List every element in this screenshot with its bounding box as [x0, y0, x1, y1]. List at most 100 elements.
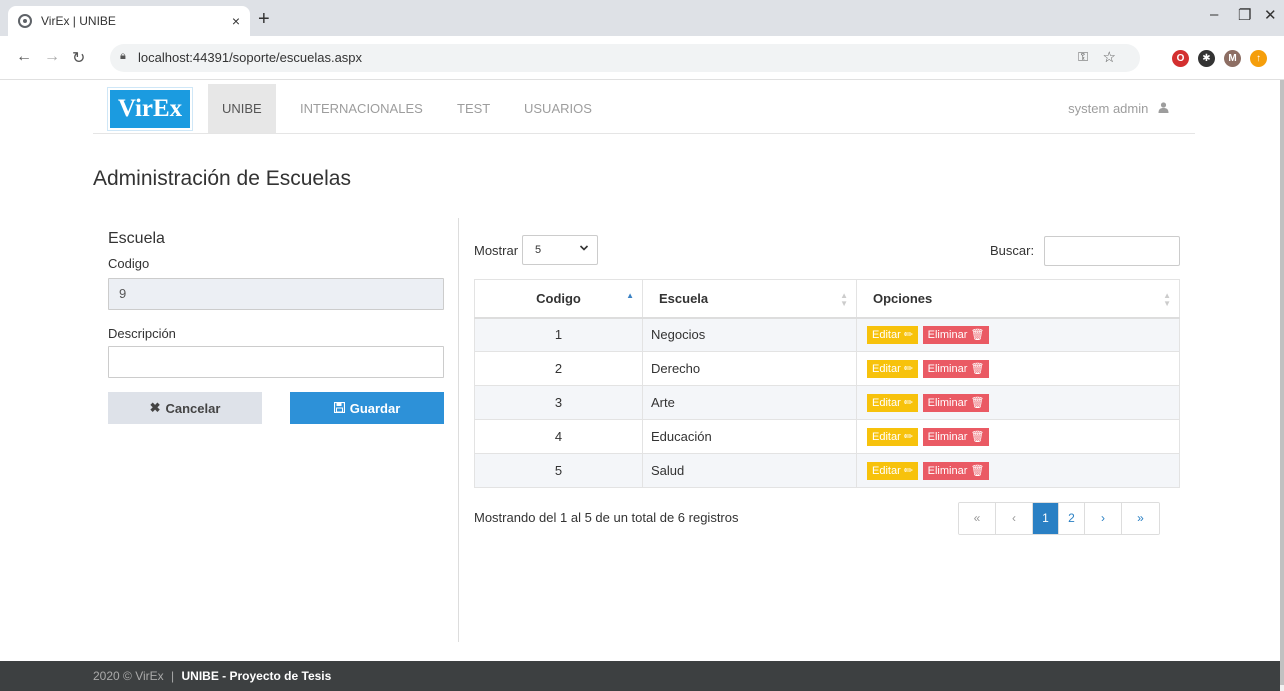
pencil-icon: ✏︎: [903, 430, 914, 443]
trash-icon: 🗑︎: [970, 362, 985, 375]
tab-title: VirEx | UNIBE: [41, 14, 116, 28]
delete-button[interactable]: Eliminar 🗑︎: [922, 427, 990, 446]
trash-icon: 🗑︎: [970, 464, 985, 477]
table-row: 5 Salud Editar ✏︎ Eliminar 🗑︎: [474, 453, 1180, 488]
edit-button[interactable]: Editar ✏︎: [867, 359, 919, 378]
column-header-codigo[interactable]: Codigo ▲: [474, 279, 643, 319]
pagination-next[interactable]: ›: [1085, 503, 1122, 534]
cancel-button[interactable]: ✖ Cancelar: [108, 392, 262, 424]
footer-text: 2020 © VirEx | UNIBE - Proyecto de Tesis: [93, 669, 331, 683]
column-header-label: Opciones: [873, 290, 933, 306]
pagination-prev[interactable]: ‹: [996, 503, 1033, 534]
edit-button[interactable]: Editar ✏︎: [867, 427, 919, 446]
escuela-cell: Derecho: [642, 351, 857, 386]
edit-button[interactable]: Editar ✏︎: [867, 325, 919, 344]
delete-label: Eliminar: [927, 430, 968, 443]
window-close-button[interactable]: ✕: [1264, 6, 1277, 24]
footer-project: UNIBE - Proyecto de Tesis: [181, 669, 332, 683]
sort-icon: ▲ ▼: [1163, 291, 1171, 308]
trash-icon: 🗑︎: [970, 328, 985, 341]
edit-button[interactable]: Editar ✏︎: [867, 393, 919, 412]
globe-icon: [18, 14, 32, 28]
escuela-cell: Salud: [642, 453, 857, 488]
sort-icon: ▲ ▼: [840, 291, 848, 308]
options-cell: Editar ✏︎ Eliminar 🗑︎: [856, 317, 1180, 352]
pagination-page-1[interactable]: 1: [1033, 503, 1059, 534]
minimize-button[interactable]: –: [1210, 6, 1218, 23]
search-label: Buscar:: [990, 243, 1035, 258]
browser-tab[interactable]: VirEx | UNIBE ×: [8, 6, 250, 36]
save-button-label: Guardar: [349, 400, 401, 416]
profile-avatar-icon[interactable]: M: [1224, 50, 1241, 67]
close-icon: ✖: [149, 400, 161, 415]
pagination-first[interactable]: «: [959, 503, 996, 534]
omnibox[interactable]: 🔒︎ localhost:44391/soporte/escuelas.aspx…: [110, 44, 1140, 72]
edit-label: Editar: [872, 362, 901, 375]
nav-link-usuarios[interactable]: USUARIOS: [510, 84, 606, 133]
new-tab-button[interactable]: +: [258, 9, 270, 29]
scrollbar-thumb[interactable]: [1280, 80, 1284, 685]
back-arrow-icon[interactable]: ←: [16, 48, 32, 66]
column-header-opciones[interactable]: Opciones ▲ ▼: [856, 279, 1180, 319]
codigo-cell: 4: [474, 419, 643, 454]
vertical-divider: [458, 218, 459, 642]
page-scrollbar[interactable]: [1280, 80, 1284, 691]
browser-tab-strip: VirEx | UNIBE × + – ❐ ✕: [0, 0, 1284, 36]
edit-label: Editar: [872, 464, 901, 477]
edit-label: Editar: [872, 396, 901, 409]
codigo-cell: 2: [474, 351, 643, 386]
reload-icon[interactable]: ↻: [72, 48, 85, 68]
user-icon: [1158, 84, 1169, 133]
table-row: 2 Derecho Editar ✏︎ Eliminar 🗑︎: [474, 351, 1180, 386]
delete-button[interactable]: Eliminar 🗑︎: [922, 393, 990, 412]
sort-asc-icon: ▲: [626, 291, 634, 300]
delete-button[interactable]: Eliminar 🗑︎: [922, 461, 990, 480]
pencil-icon: ✏︎: [903, 396, 914, 409]
delete-label: Eliminar: [927, 396, 968, 409]
key-icon[interactable]: ⚿: [1078, 49, 1088, 65]
save-button[interactable]: Guardar: [290, 392, 444, 424]
nav-link-internacionales[interactable]: INTERNACIONALES: [286, 84, 437, 133]
table-row: 4 Educación Editar ✏︎ Eliminar 🗑︎: [474, 419, 1180, 454]
table-info: Mostrando del 1 al 5 de un total de 6 re…: [474, 510, 739, 525]
descripcion-label: Descripción: [108, 326, 176, 341]
delete-button[interactable]: Eliminar 🗑︎: [922, 359, 990, 378]
forward-arrow-icon[interactable]: →: [44, 48, 60, 66]
nav-link-unibe[interactable]: UNIBE: [208, 84, 276, 133]
update-icon[interactable]: ↑: [1250, 50, 1267, 67]
codigo-cell: 5: [474, 453, 643, 488]
edit-button[interactable]: Editar ✏︎: [867, 461, 919, 480]
delete-button[interactable]: Eliminar 🗑︎: [922, 325, 990, 344]
page-length-value: 5: [535, 244, 542, 256]
delete-label: Eliminar: [927, 328, 968, 341]
pencil-icon: ✏︎: [903, 464, 914, 477]
search-input[interactable]: [1044, 236, 1180, 266]
pagination-page-2[interactable]: 2: [1059, 503, 1085, 534]
brand-logo[interactable]: VirEx: [108, 88, 192, 130]
column-header-label: Codigo: [536, 290, 581, 306]
floppy-disk-icon: [333, 401, 345, 416]
trash-icon: 🗑︎: [970, 430, 985, 443]
restore-button[interactable]: ❐: [1238, 6, 1251, 24]
escuela-cell: Arte: [642, 385, 857, 420]
footer-separator: |: [171, 669, 175, 683]
edit-label: Editar: [872, 430, 901, 443]
page-length-select[interactable]: 5: [522, 235, 598, 265]
column-header-escuela[interactable]: Escuela ▲ ▼: [642, 279, 857, 319]
url-text[interactable]: localhost:44391/soporte/escuelas.aspx: [138, 50, 362, 65]
tab-close-icon[interactable]: ×: [232, 13, 240, 29]
options-cell: Editar ✏︎ Eliminar 🗑︎: [856, 385, 1180, 420]
descripcion-field[interactable]: [108, 346, 444, 378]
pagination: « ‹ 1 2 › »: [958, 502, 1160, 535]
extensions-puzzle-icon[interactable]: ✱: [1198, 50, 1215, 67]
trash-icon: 🗑︎: [970, 396, 985, 409]
bookmark-star-icon[interactable]: ☆: [1103, 48, 1116, 66]
pagination-last[interactable]: »: [1122, 503, 1159, 534]
options-cell: Editar ✏︎ Eliminar 🗑︎: [856, 419, 1180, 454]
footer: 2020 © VirEx | UNIBE - Proyecto de Tesis: [0, 661, 1280, 691]
user-menu[interactable]: system admin: [1068, 84, 1169, 133]
opera-icon[interactable]: O: [1172, 50, 1189, 67]
edit-label: Editar: [872, 328, 901, 341]
escuela-cell: Negocios: [642, 317, 857, 352]
nav-link-test[interactable]: TEST: [443, 84, 504, 133]
